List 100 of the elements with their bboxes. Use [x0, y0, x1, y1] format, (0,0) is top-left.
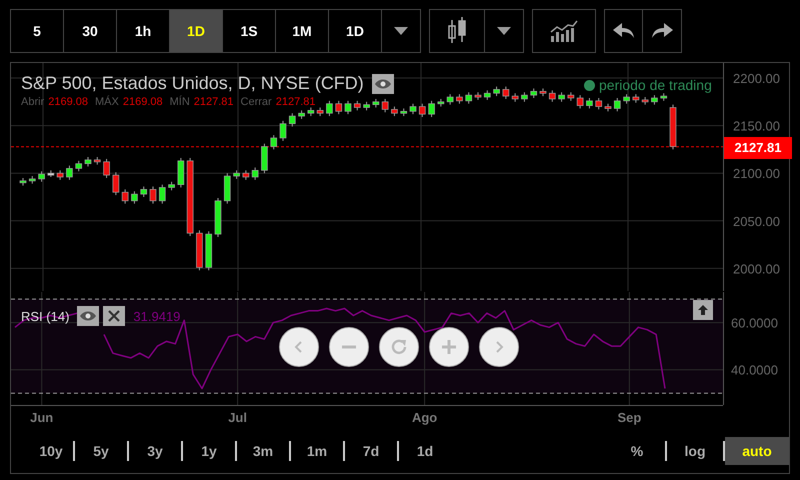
candle — [316, 107, 324, 117]
candle — [252, 167, 258, 180]
candle — [84, 156, 92, 168]
candle — [642, 96, 648, 106]
candle — [446, 94, 454, 106]
candle — [484, 90, 491, 100]
chart-title: S&P 500, Estados Unidos, D, NYSE (CFD) — [21, 73, 364, 94]
candle — [595, 98, 602, 110]
candle — [670, 104, 676, 150]
x-axis-label: Sep — [617, 410, 642, 425]
indicator-label: RSI (14) — [21, 308, 70, 324]
candle — [56, 170, 64, 180]
ohlc-value: 2127.81 — [276, 96, 316, 108]
undo-icon — [612, 23, 634, 39]
refresh-icon — [390, 338, 408, 356]
y-axis-label: 40.0000 — [731, 362, 778, 378]
range-button[interactable]: 1m — [291, 436, 343, 464]
candle — [410, 103, 416, 115]
candle — [632, 94, 640, 104]
redo-icon — [651, 23, 673, 39]
candle — [568, 92, 574, 102]
visibility-button[interactable] — [77, 306, 100, 326]
y-axis-label: 2050.00 — [733, 214, 780, 229]
candle — [465, 92, 472, 104]
range-button[interactable]: 1d — [399, 436, 451, 464]
candle — [168, 181, 175, 191]
legend-dot-icon — [584, 80, 595, 90]
scale-button[interactable]: % — [609, 436, 665, 464]
candle — [233, 170, 240, 180]
candle — [493, 86, 500, 97]
ohlc-label: Abrir — [21, 96, 44, 108]
candle — [75, 160, 82, 172]
candle — [308, 107, 314, 117]
scale-button[interactable]: auto — [725, 436, 789, 464]
y-axis-label: 60.0000 — [731, 316, 778, 331]
y-axis-label: 2150.00 — [733, 118, 780, 134]
candle — [400, 108, 408, 117]
ohlc-label: MÁX — [95, 96, 119, 108]
candle — [530, 88, 538, 98]
scale-button[interactable]: log — [667, 436, 723, 464]
ohlc-value: 2169.08 — [48, 96, 88, 108]
candle — [382, 98, 388, 113]
close-button[interactable] — [103, 306, 126, 326]
candle — [150, 186, 156, 204]
candle — [576, 94, 584, 109]
range-button[interactable]: 3m — [237, 436, 289, 464]
candle — [94, 156, 101, 166]
candle — [224, 172, 231, 204]
y-axis-label: 2100.00 — [733, 166, 780, 182]
range-button[interactable]: 1y — [183, 436, 235, 464]
candle — [372, 98, 380, 108]
caret-icon — [394, 27, 408, 35]
candle — [20, 177, 26, 186]
candle — [178, 157, 184, 188]
candle — [48, 170, 54, 178]
ohlc-value: 2127.81 — [194, 96, 234, 108]
ohlc-label: Cerrar — [240, 96, 272, 108]
candle — [66, 165, 73, 180]
candle — [112, 172, 120, 196]
candle — [363, 101, 370, 111]
candle — [140, 186, 148, 198]
caret-icon — [497, 27, 511, 35]
candle — [261, 143, 268, 174]
candle — [614, 98, 621, 112]
candlestick-icon — [447, 16, 467, 46]
candle — [122, 188, 128, 204]
candle — [28, 176, 36, 184]
current-price-tag: 2127.81 — [724, 136, 792, 159]
eye-icon — [374, 78, 391, 88]
x-axis-label: Ago — [412, 410, 438, 425]
candle — [131, 190, 138, 204]
maximize-button[interactable] — [693, 300, 713, 320]
visibility-button[interactable] — [372, 74, 394, 94]
candle — [604, 103, 612, 112]
candle — [521, 92, 528, 102]
candle — [196, 230, 203, 271]
bar-line-chart-icon — [550, 20, 578, 42]
interval-tab[interactable]: 1D — [170, 10, 223, 52]
candle — [326, 100, 333, 117]
range-button[interactable]: 5y — [75, 436, 127, 464]
candle — [660, 92, 668, 102]
ohlc-value: 2169.08 — [122, 96, 163, 108]
candle — [428, 100, 435, 118]
close-icon — [108, 310, 120, 322]
candle — [391, 106, 398, 117]
candle — [623, 94, 630, 104]
indicator-value: 31.9419 — [133, 308, 180, 324]
candle — [288, 112, 296, 128]
range-button[interactable]: 7d — [345, 436, 397, 464]
candle — [586, 98, 593, 109]
candle — [548, 90, 556, 102]
candle — [214, 197, 222, 238]
range-button[interactable]: 10y — [29, 436, 73, 464]
candle — [38, 170, 45, 182]
candle — [418, 103, 426, 118]
range-button[interactable]: 3y — [129, 436, 181, 464]
eye-icon — [80, 311, 96, 321]
candle — [335, 100, 342, 115]
minus-icon — [341, 345, 357, 349]
candle — [438, 98, 444, 108]
